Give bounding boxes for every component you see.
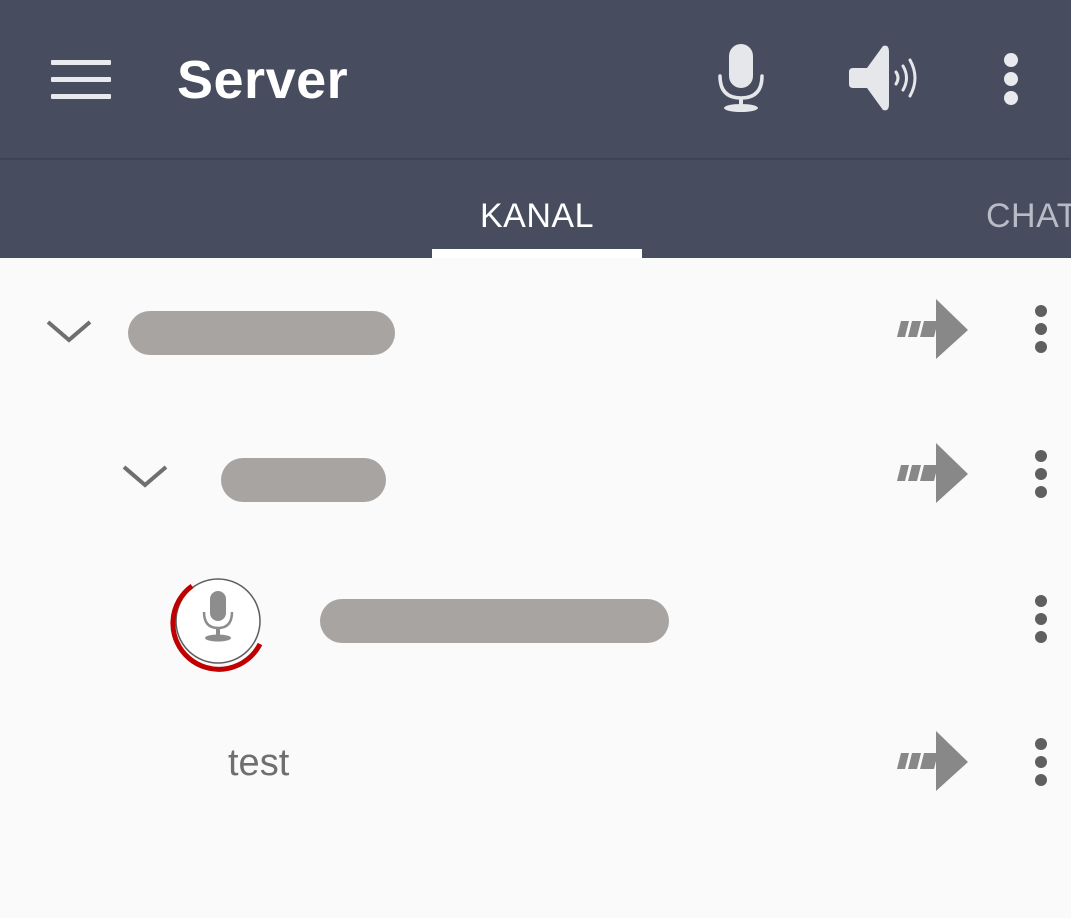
- join-channel-arrow-icon[interactable]: [896, 731, 970, 793]
- channel-name: test: [228, 742, 290, 784]
- more-vert-icon[interactable]: [1035, 738, 1047, 788]
- more-vert-icon[interactable]: [1004, 53, 1018, 105]
- talking-microphone-icon: [168, 574, 266, 672]
- microphone-icon[interactable]: [710, 40, 772, 116]
- more-vert-icon[interactable]: [1035, 305, 1047, 355]
- more-vert-icon[interactable]: [1035, 595, 1047, 645]
- channel-row[interactable]: [0, 425, 1071, 535]
- menu-icon[interactable]: [44, 52, 118, 106]
- speaker-volume-icon[interactable]: [845, 40, 925, 116]
- app-bar: Server: [0, 0, 1071, 160]
- more-vert-icon[interactable]: [1035, 450, 1047, 500]
- tab-chat[interactable]: CHAT: [986, 196, 1071, 236]
- page-title: Server: [177, 50, 349, 110]
- join-channel-arrow-icon[interactable]: [896, 299, 970, 361]
- client-row[interactable]: [0, 570, 1071, 680]
- chevron-down-icon[interactable]: [120, 461, 170, 491]
- channel-row[interactable]: [0, 280, 1071, 390]
- tab-kanal[interactable]: KANAL: [432, 196, 642, 236]
- join-channel-arrow-icon[interactable]: [896, 443, 970, 505]
- client-name-redacted: [320, 599, 669, 643]
- channel-row[interactable]: test: [0, 712, 1071, 822]
- chevron-down-icon[interactable]: [44, 316, 94, 346]
- channel-name-redacted: [221, 458, 386, 502]
- tab-bar: KANAL CHAT: [0, 160, 1071, 258]
- tab-indicator: [432, 249, 642, 258]
- channel-name-redacted: [128, 311, 395, 355]
